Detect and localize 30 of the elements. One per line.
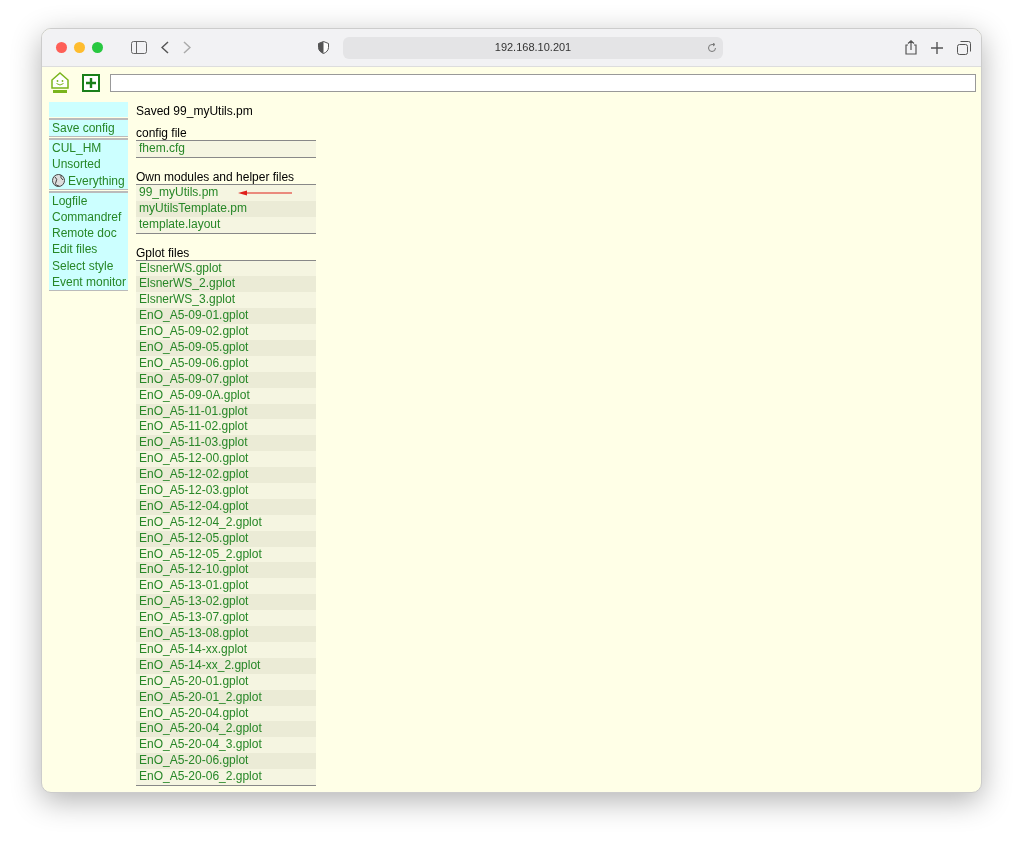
sidebar-link[interactable]: Everything: [49, 172, 128, 189]
sidebar-link[interactable]: CUL_HM: [49, 140, 128, 157]
sidebar-link[interactable]: Select style: [49, 257, 128, 274]
globe-icon: [52, 174, 65, 188]
sidebar-link[interactable]: Logfile: [49, 192, 128, 209]
tabs-icon[interactable]: [957, 40, 971, 55]
back-icon[interactable]: [161, 41, 169, 54]
minimize-icon[interactable]: [74, 42, 85, 53]
home-logo-icon[interactable]: [50, 71, 70, 95]
shield-icon: [318, 41, 329, 54]
reload-icon[interactable]: [707, 42, 717, 53]
sidebar-link[interactable]: Save config: [49, 120, 128, 137]
command-field[interactable]: [110, 74, 976, 92]
plus-icon[interactable]: [931, 41, 943, 54]
section-title: Own modules and helper files: [136, 169, 316, 185]
sidebar-icon[interactable]: [131, 41, 147, 54]
sidebar-link[interactable]: Event monitor: [49, 273, 128, 290]
status-message: Saved 99_myUtils.pm: [136, 103, 254, 120]
forward-icon[interactable]: [183, 41, 191, 54]
sidebar-link[interactable]: Remote doc: [49, 225, 128, 242]
address-bar[interactable]: 192.168.10.201: [343, 36, 723, 59]
share-icon[interactable]: [905, 40, 917, 55]
sidebar-link[interactable]: Unsorted: [49, 156, 128, 173]
close-icon[interactable]: [56, 42, 67, 53]
sidebar-link[interactable]: Edit files: [49, 241, 128, 258]
add-icon[interactable]: [82, 74, 100, 92]
url-text: 192.168.10.201: [494, 40, 572, 56]
section-title: Gplot files: [136, 245, 316, 261]
maximize-icon[interactable]: [92, 42, 103, 53]
sidebar-link[interactable]: Commandref: [49, 208, 128, 226]
